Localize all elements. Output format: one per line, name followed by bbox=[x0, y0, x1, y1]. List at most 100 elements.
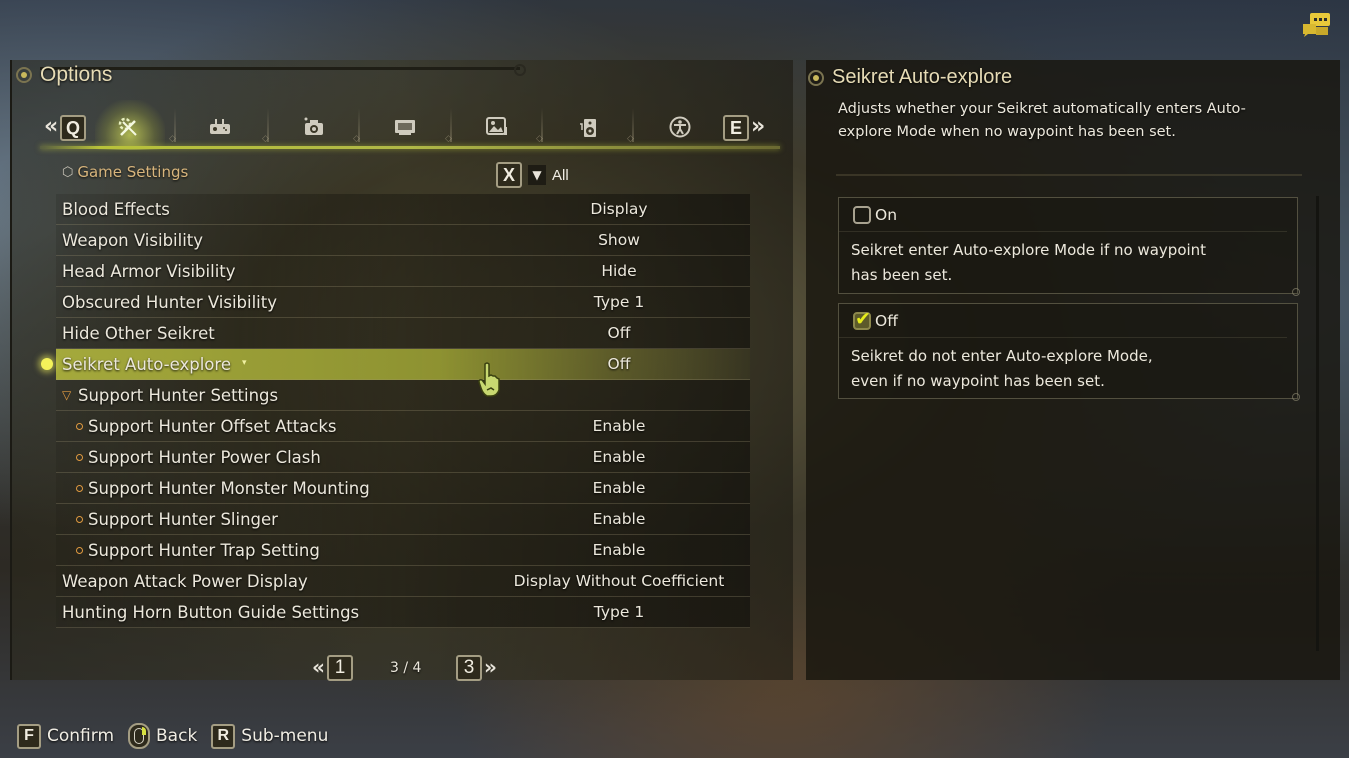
page-title-text: Options bbox=[40, 63, 113, 86]
setting-label: Support Hunter Trap Setting bbox=[88, 540, 320, 560]
setting-row-seikret-auto-explore[interactable]: Seikret Auto-explore ▾ Off bbox=[41, 349, 750, 380]
back-label: Back bbox=[156, 726, 198, 746]
setting-row-weapon-attack-power-display[interactable]: Weapon Attack Power Display Display With… bbox=[56, 566, 750, 597]
filter-value: All bbox=[552, 166, 569, 184]
setting-row-support-hunter-slinger[interactable]: Support Hunter Slinger Enable bbox=[56, 504, 750, 535]
sub-item-bullet-icon bbox=[76, 422, 83, 430]
tab-separator bbox=[627, 108, 634, 144]
setting-label: Support Hunter Offset Attacks bbox=[88, 416, 337, 436]
hand-cursor-icon bbox=[477, 362, 503, 405]
page-prev-chevron-icon: « bbox=[312, 655, 325, 679]
tab-display[interactable] bbox=[393, 116, 417, 138]
accessibility-icon bbox=[669, 116, 691, 138]
setting-value: Enable bbox=[592, 541, 646, 559]
settings-list: Blood Effects Display Weapon Visibility … bbox=[41, 194, 750, 628]
page-title: Options bbox=[16, 63, 112, 87]
section-title: Game Settings bbox=[77, 163, 189, 181]
detail-title-text: Seikret Auto-explore bbox=[832, 66, 1013, 88]
option-card-on[interactable]: On Seikret enter Auto-explore Mode if no… bbox=[838, 197, 1300, 296]
confirm-label: Confirm bbox=[47, 726, 115, 746]
monitor-icon bbox=[395, 120, 415, 135]
tab-next-key-button[interactable]: E bbox=[723, 115, 749, 141]
speaker-icon bbox=[580, 119, 596, 137]
confirm-key: F bbox=[17, 723, 41, 749]
setting-row-support-hunter-power-clash[interactable]: Support Hunter Power Clash Enable bbox=[56, 442, 750, 473]
selection-indicator-icon bbox=[41, 358, 53, 370]
page-prev-key-button[interactable]: 1 bbox=[327, 655, 353, 681]
group-expanded-arrow-icon: ▽ bbox=[62, 388, 72, 402]
setting-value: Off bbox=[607, 324, 631, 342]
option-name: Off bbox=[875, 311, 898, 330]
tab-prev-key-button[interactable]: Q bbox=[60, 115, 86, 141]
detail-scrollbar[interactable] bbox=[1316, 196, 1319, 651]
tab-game-settings[interactable] bbox=[116, 116, 140, 138]
confirm-hint[interactable]: F Confirm bbox=[17, 723, 115, 749]
setting-row-blood-effects[interactable]: Blood Effects Display bbox=[56, 194, 750, 225]
setting-label: Hunting Horn Button Guide Settings bbox=[62, 602, 360, 622]
checkbox-off-checked[interactable] bbox=[853, 308, 871, 330]
page-next-chevron-icon: » bbox=[484, 655, 497, 679]
tab-separator bbox=[445, 108, 452, 144]
section-header: ⬡ Game Settings bbox=[62, 163, 188, 181]
tab-controls[interactable] bbox=[208, 116, 232, 138]
setting-row-hide-other-seikret[interactable]: Hide Other Seikret Off bbox=[56, 318, 750, 349]
submenu-label: Sub-menu bbox=[241, 726, 329, 746]
setting-row-support-hunter-offset-attacks[interactable]: Support Hunter Offset Attacks Enable bbox=[56, 411, 750, 442]
setting-row-support-hunter-trap-setting[interactable]: Support Hunter Trap Setting Enable bbox=[56, 535, 750, 566]
settings-category-icon: ⬡ bbox=[62, 164, 74, 180]
option-description-line: even if no waypoint has been set. bbox=[851, 372, 1105, 390]
page-next-key-button[interactable]: 3 bbox=[456, 655, 482, 681]
sub-item-bullet-icon bbox=[76, 484, 83, 492]
setting-value: Show bbox=[598, 231, 640, 249]
submenu-indicator-icon: ▾ bbox=[242, 358, 247, 368]
image-icon bbox=[486, 117, 507, 135]
tab-prev-chevron-icon: « bbox=[44, 114, 59, 139]
tab-separator bbox=[353, 108, 360, 144]
chat-icon[interactable] bbox=[1302, 12, 1332, 38]
detail-title: Seikret Auto-explore bbox=[808, 66, 1012, 89]
tab-next-chevron-icon: » bbox=[751, 114, 766, 139]
setting-label: Hide Other Seikret bbox=[62, 323, 215, 343]
sub-item-bullet-icon bbox=[76, 515, 83, 523]
filter-key-button[interactable]: X bbox=[496, 162, 522, 188]
tab-separator bbox=[536, 108, 543, 144]
setting-row-hunting-horn-button-guide[interactable]: Hunting Horn Button Guide Settings Type … bbox=[56, 597, 750, 628]
sub-item-bullet-icon bbox=[76, 453, 83, 461]
setting-label: Blood Effects bbox=[62, 199, 170, 219]
setting-value: Enable bbox=[592, 448, 646, 466]
setting-label: Support Hunter Monster Mounting bbox=[88, 478, 370, 498]
detail-description: Adjusts whether your Seikret automatical… bbox=[838, 101, 1246, 140]
setting-group-support-hunter[interactable]: ▽ Support Hunter Settings bbox=[56, 380, 750, 411]
title-ornament-icon bbox=[16, 67, 32, 83]
filter-control[interactable]: X ▼ All bbox=[496, 162, 569, 188]
wrench-gear-icon bbox=[118, 117, 137, 136]
option-name: On bbox=[875, 205, 898, 224]
option-description-line: Seikret do not enter Auto-explore Mode, bbox=[851, 347, 1153, 365]
title-ornament-icon bbox=[808, 69, 824, 86]
option-card-off[interactable]: Off Seikret do not enter Auto-explore Mo… bbox=[838, 303, 1300, 401]
sub-item-bullet-icon bbox=[76, 546, 83, 554]
setting-row-head-armor-visibility[interactable]: Head Armor Visibility Hide bbox=[56, 256, 750, 287]
setting-value: Display bbox=[590, 200, 648, 218]
option-description-line: has been set. bbox=[851, 266, 953, 284]
tab-camera[interactable] bbox=[302, 116, 326, 138]
controller-icon bbox=[210, 119, 230, 134]
checkbox-on[interactable] bbox=[853, 205, 871, 224]
setting-value: Hide bbox=[601, 262, 637, 280]
setting-row-support-hunter-monster-mounting[interactable]: Support Hunter Monster Mounting Enable bbox=[56, 473, 750, 504]
setting-label: Seikret Auto-explore bbox=[62, 354, 231, 374]
tab-audio[interactable] bbox=[577, 116, 601, 138]
setting-label: Weapon Attack Power Display bbox=[62, 571, 308, 591]
setting-value: Type 1 bbox=[593, 293, 645, 311]
tab-graphics[interactable] bbox=[485, 116, 509, 138]
detail-divider bbox=[836, 174, 1302, 176]
page-indicator: 3 / 4 bbox=[390, 660, 422, 676]
option-description-line: Seikret enter Auto-explore Mode if no wa… bbox=[851, 241, 1207, 259]
setting-row-weapon-visibility[interactable]: Weapon Visibility Show bbox=[56, 225, 750, 256]
setting-row-obscured-hunter-visibility[interactable]: Obscured Hunter Visibility Type 1 bbox=[56, 287, 750, 318]
group-label: Support Hunter Settings bbox=[78, 385, 279, 405]
setting-label: Weapon Visibility bbox=[62, 230, 204, 250]
back-hint[interactable]: Back bbox=[128, 723, 197, 749]
tab-accessibility[interactable] bbox=[668, 116, 692, 138]
submenu-hint[interactable]: R Sub-menu bbox=[211, 723, 329, 749]
